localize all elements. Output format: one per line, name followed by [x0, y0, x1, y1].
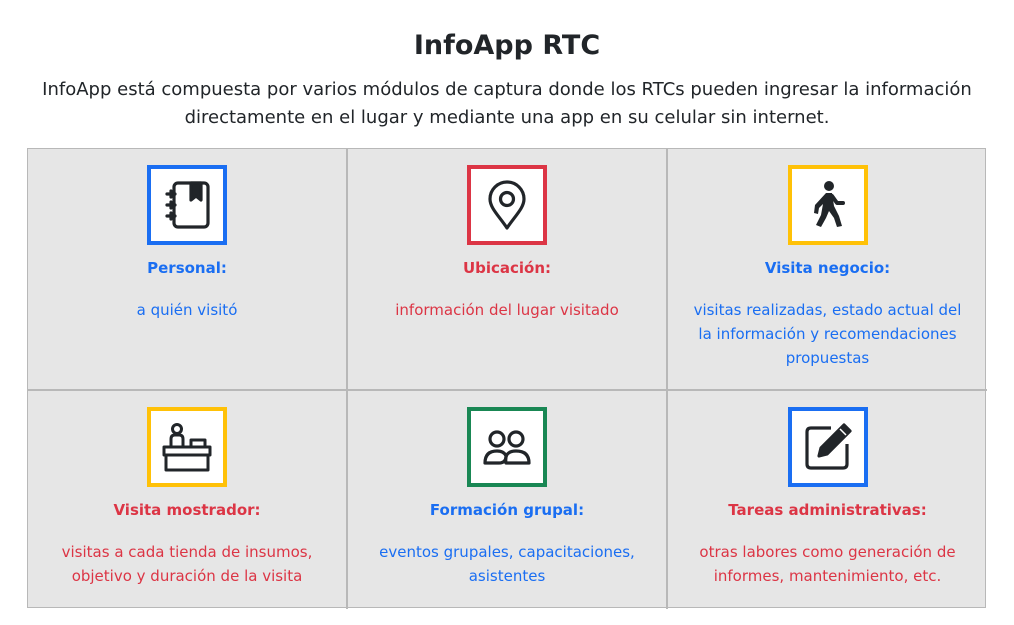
- module-description: a quién visitó: [136, 301, 238, 319]
- module-description: otras labores como generación de informe…: [699, 543, 956, 585]
- people-group-icon: [483, 430, 531, 465]
- module-title: Visita negocio:: [764, 259, 891, 277]
- counter-desk-icon: [162, 423, 212, 472]
- module-title: Personal:: [147, 259, 227, 277]
- module-icon-box: [467, 407, 547, 487]
- page-subtitle: InfoApp está compuesta por varios módulo…: [42, 79, 972, 128]
- module-card-ubicacion[interactable]: Ubicación: información del lugar visitad…: [348, 149, 668, 391]
- module-icon-box: [787, 407, 868, 487]
- module-title: Tareas administrativas:: [728, 501, 927, 519]
- module-title: Ubicación:: [462, 259, 552, 277]
- module-description: información del lugar visitado: [395, 301, 619, 319]
- module-icon-box: [467, 165, 547, 245]
- module-title: Formación grupal:: [429, 501, 585, 519]
- person-walking-icon: [813, 181, 845, 227]
- module-icon-box: [147, 407, 227, 487]
- module-card-personal[interactable]: Personal: a quién visitó: [28, 149, 348, 391]
- module-description: visitas a cada tienda de insumos, objeti…: [61, 543, 313, 585]
- module-card-visita-mostrador[interactable]: Visita mostrador: visitas a cada tienda …: [28, 391, 348, 609]
- address-book-icon: [165, 181, 210, 229]
- pencil-square-icon: [804, 423, 852, 470]
- module-icon-box: [787, 165, 868, 245]
- module-card-formacion-grupal[interactable]: Formación grupal: eventos grupales, capa…: [348, 391, 668, 609]
- module-card-visita-negocio[interactable]: Visita negocio: visitas realizadas, esta…: [668, 149, 987, 391]
- module-icon-box: [147, 165, 227, 245]
- module-card-tareas-administrativas[interactable]: Tareas administrativas: otras labores co…: [668, 391, 987, 609]
- module-title: Visita mostrador:: [113, 501, 261, 519]
- module-description: visitas realizadas, estado actual del la…: [693, 301, 962, 367]
- modules-grid: Personal: a quién visitó Ubicación: info…: [27, 148, 987, 609]
- map-pin-icon: [488, 180, 526, 230]
- module-description: eventos grupales, capacitaciones, asiste…: [379, 543, 635, 585]
- page-title: InfoApp RTC: [413, 30, 601, 61]
